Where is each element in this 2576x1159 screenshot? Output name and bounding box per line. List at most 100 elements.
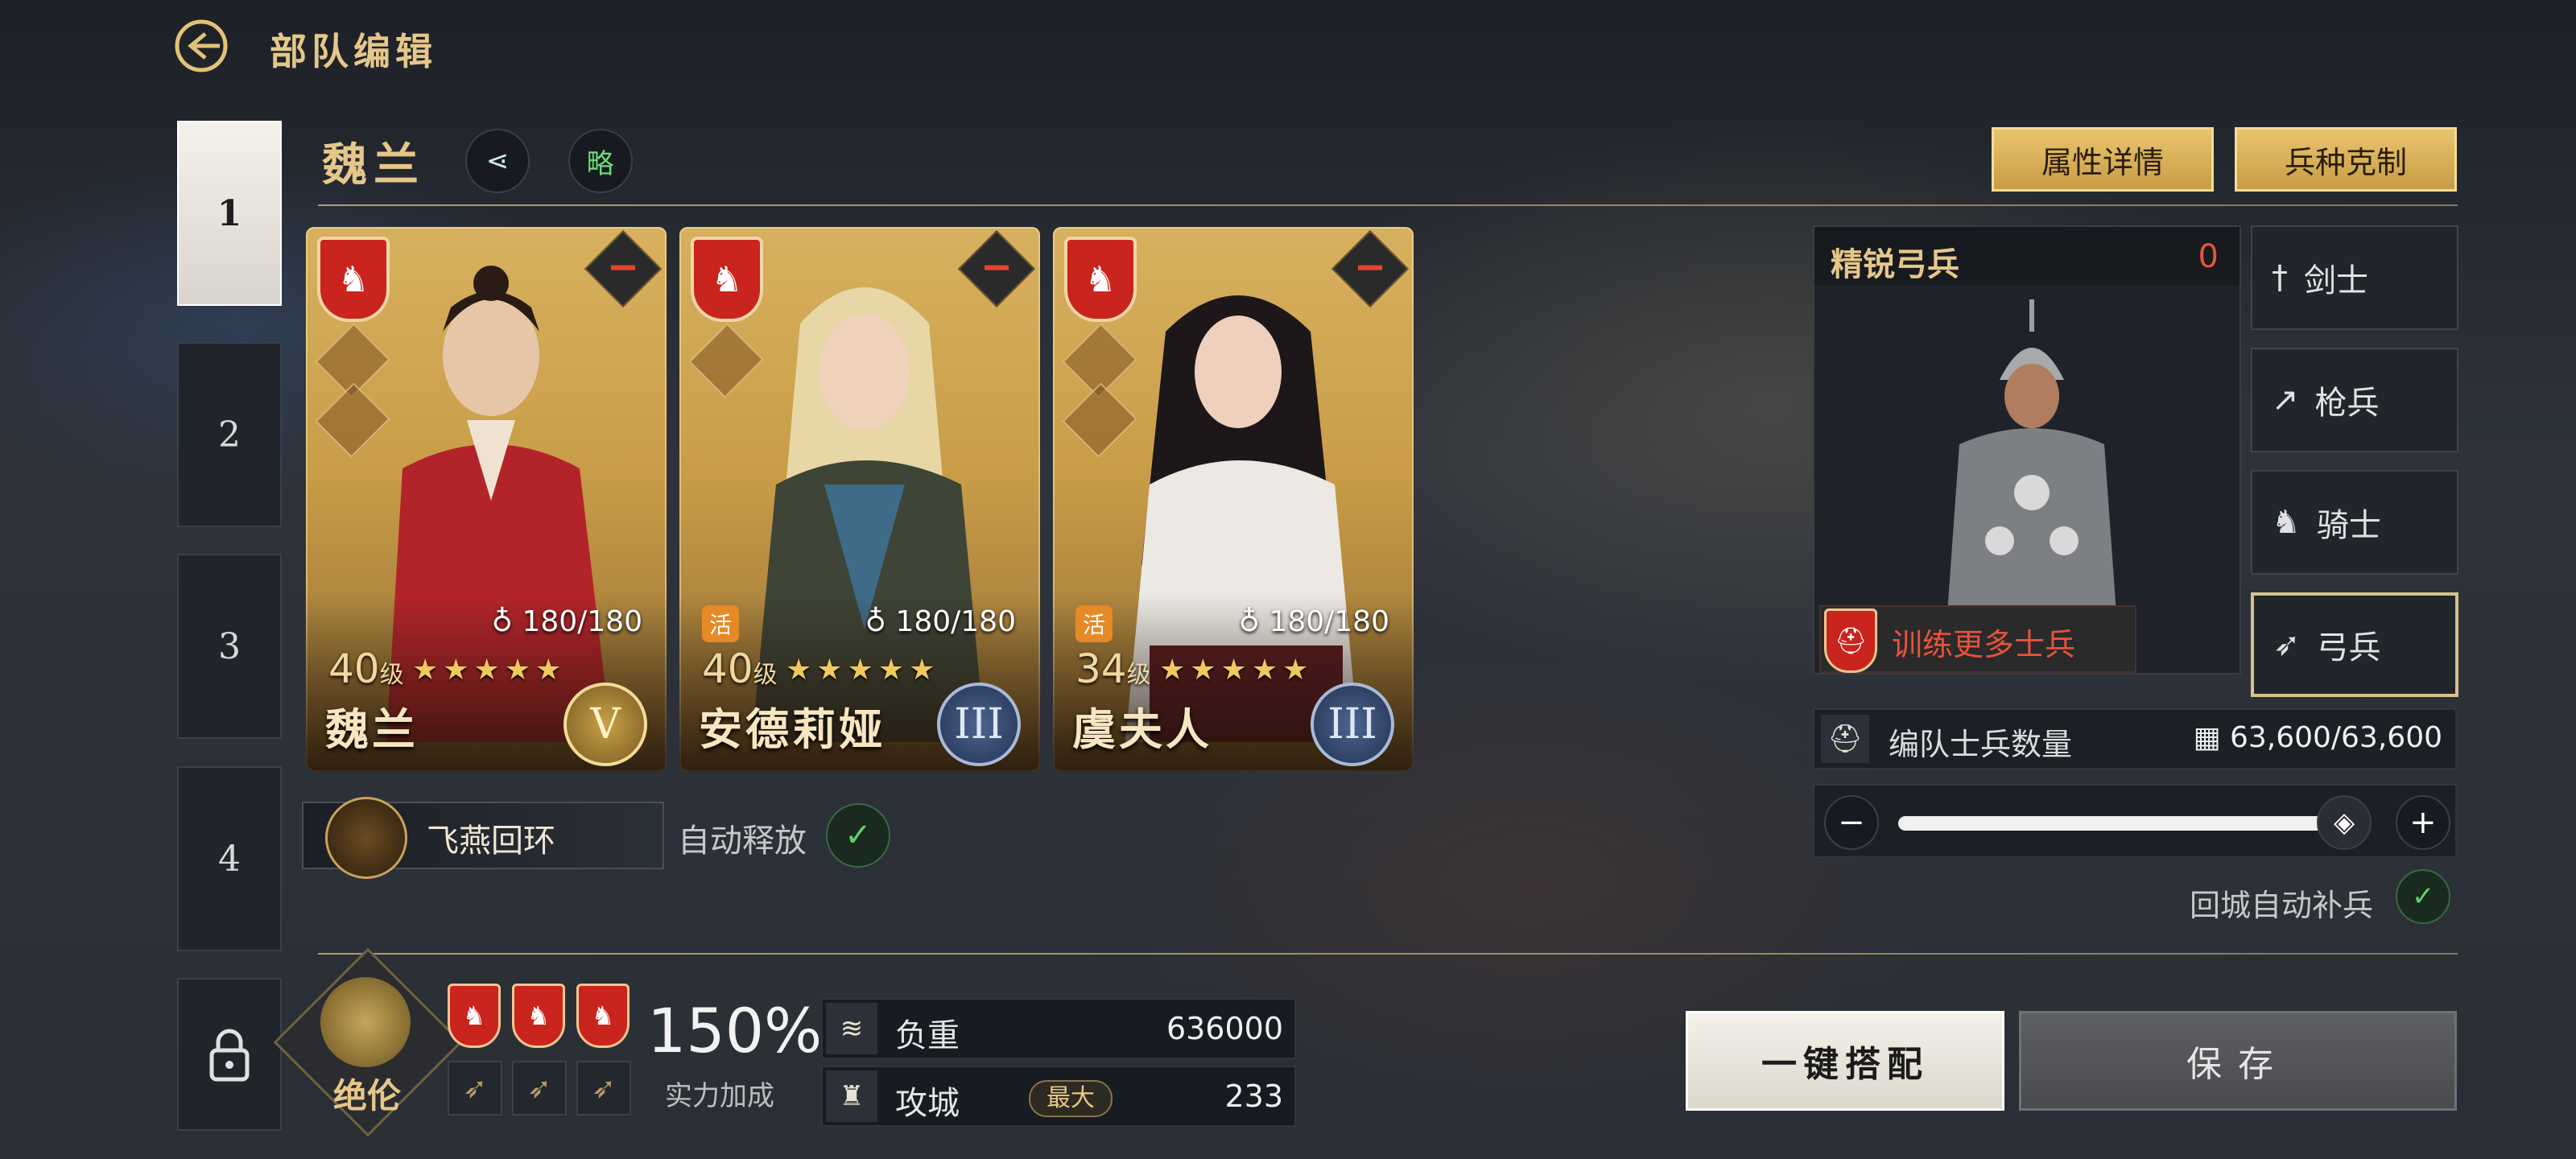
formation-count: ▦ 63,600/63,600 (2193, 721, 2442, 754)
level-value: 40 (328, 645, 380, 692)
auto-equip-button[interactable]: 一键搭配 (1686, 1011, 2004, 1111)
formation-emblem-icon (320, 977, 411, 1067)
bow-icon: ➶ (2273, 626, 2301, 663)
back-icon[interactable] (173, 18, 229, 74)
tab-label: 1 (217, 192, 242, 234)
auto-release-label: 自动释放 (678, 823, 807, 860)
stamina-value: 180/180 (895, 605, 1016, 638)
slider-handle[interactable]: ◈ (2305, 783, 2384, 862)
calculator-icon: ▦ (2193, 721, 2230, 754)
lock-icon (209, 1029, 250, 1082)
hero-level: 40级 (702, 645, 778, 692)
faction-shield-icon: ♞ (448, 984, 501, 1048)
siege-value: 233 (1224, 1079, 1283, 1114)
soldier-panel: 精锐弓兵 0 ⛑ 训练更多士兵 (1813, 225, 2241, 674)
unit-type-label: 枪兵 (2314, 385, 2380, 422)
star-rating: ★★★★★ (786, 654, 940, 687)
helmet-icon: ⛑ (1821, 715, 1869, 763)
tab-team-4[interactable]: 4 (177, 766, 282, 951)
tab-label: 4 (218, 838, 241, 880)
share-icon: ⋖ (485, 145, 510, 177)
siege-label: 攻城 (895, 1085, 960, 1122)
load-label: 负重 (895, 1017, 960, 1054)
team-name: 魏兰 (322, 139, 425, 192)
stamina-icon: ♁ (1238, 605, 1269, 638)
decrease-button[interactable]: − (1812, 783, 1891, 862)
formation-label: 编队士兵数量 (1889, 727, 2073, 762)
hero-card-2[interactable]: ♞ 活 ♁ 180/180 40级 ★★★★★ 安德莉娅 III (679, 227, 1040, 771)
check-icon: ✓ (844, 816, 872, 854)
rank-badge: V (564, 683, 647, 766)
level-value: 34 (1075, 645, 1127, 692)
unit-type-archer[interactable]: ➶ 弓兵 (2251, 592, 2458, 697)
slider-track[interactable] (1898, 816, 2368, 831)
star-rating: ★★★★★ (1159, 654, 1314, 687)
formation-name: 绝伦 (333, 1076, 402, 1116)
faction-shield-icon: ♞ (317, 237, 390, 322)
stamina-value: 180/180 (522, 605, 642, 638)
unit-type-label: 骑士 (2316, 507, 2381, 544)
level-unit: 级 (753, 661, 778, 689)
attr-detail-button[interactable]: 属性详情 (1992, 127, 2214, 192)
stamina-value: 180/180 (1269, 605, 1389, 638)
strategy-label: 略 (587, 147, 614, 180)
faction-shield-icon: ♞ (691, 237, 763, 322)
bow-slot-icon: ➶ (448, 1061, 502, 1116)
check-icon: ✓ (2411, 881, 2435, 913)
level-unit: 级 (379, 661, 404, 689)
level-unit: 级 (1126, 661, 1151, 689)
counter-button[interactable]: 兵种克制 (2235, 127, 2457, 192)
skill-icon (325, 797, 407, 879)
auto-refill-label: 回城自动补兵 (2190, 888, 2374, 923)
soldier-slider-row: − ◈ + (1812, 783, 2462, 862)
stamina-icon: ♁ (865, 605, 896, 638)
bow-slot-icon: ➶ (576, 1061, 631, 1116)
tab-team-2[interactable]: 2 (177, 342, 282, 527)
tab-locked[interactable] (177, 978, 282, 1131)
sword-icon: † (2272, 259, 2288, 296)
formation-count-row: ⛑ 编队士兵数量 ▦ 63,600/63,600 (1813, 708, 2457, 769)
siege-row: ♜ 攻城 最大 233 (821, 1066, 1296, 1127)
hero-card-3[interactable]: ♞ 活 ♁ 180/180 34级 ★★★★★ 虞夫人 III (1053, 227, 1414, 771)
active-tag: 活 (1075, 605, 1113, 642)
load-value: 636000 (1166, 1011, 1283, 1046)
tab-label: 2 (218, 414, 241, 456)
skill-name: 飞燕回环 (427, 823, 555, 860)
faction-shield-icon: ♞ (512, 984, 565, 1048)
soldier-count: 0 (2198, 238, 2219, 275)
layers-icon: ≋ (826, 1003, 877, 1054)
hero-card-1[interactable]: ♞ ♁ 180/180 40级 ★★★★★ 魏兰 V (306, 227, 667, 771)
tab-label: 3 (218, 625, 241, 667)
unit-type-label: 弓兵 (2316, 629, 2381, 666)
formation-count-value: 63,600/63,600 (2229, 721, 2442, 754)
page-title: 部队编辑 (270, 30, 437, 73)
increase-button[interactable]: + (2384, 783, 2462, 862)
unit-type-knight[interactable]: ♞ 骑士 (2251, 470, 2458, 575)
slider-fill (1898, 816, 2368, 831)
train-more-label: 训练更多士兵 (1892, 627, 2076, 662)
tab-team-3[interactable]: 3 (177, 554, 282, 739)
save-button[interactable]: 保存 (2019, 1011, 2457, 1111)
load-row: ≋ 负重 636000 (821, 998, 1296, 1059)
bonus-value: 150% (647, 995, 823, 1066)
hero-level: 34级 (1075, 645, 1151, 692)
hero-name: 安德莉娅 (699, 704, 886, 755)
spear-icon: ↗ (2272, 382, 2299, 419)
soldier-title: 精锐弓兵 (1831, 246, 1959, 283)
hero-name: 虞夫人 (1072, 704, 1212, 755)
divider-top (318, 204, 2458, 206)
unit-type-spearman[interactable]: ↗ 枪兵 (2251, 348, 2458, 452)
active-tag: 活 (702, 605, 739, 642)
rank-badge: III (1311, 683, 1394, 766)
unit-type-swordsman[interactable]: † 剑士 (2251, 225, 2458, 330)
faction-shield-icon: ♞ (1064, 237, 1137, 322)
stamina: ♁ 180/180 (865, 605, 1016, 638)
star-rating: ★★★★★ (412, 654, 567, 687)
tab-team-1[interactable]: 1 (177, 121, 282, 306)
siege-max-tag: 最大 (1029, 1080, 1113, 1117)
stamina-icon: ♁ (491, 605, 522, 638)
stamina: ♁ 180/180 (1239, 605, 1389, 638)
stamina: ♁ 180/180 (492, 605, 642, 638)
level-value: 40 (702, 645, 753, 692)
faction-shield-icon: ♞ (576, 984, 630, 1048)
